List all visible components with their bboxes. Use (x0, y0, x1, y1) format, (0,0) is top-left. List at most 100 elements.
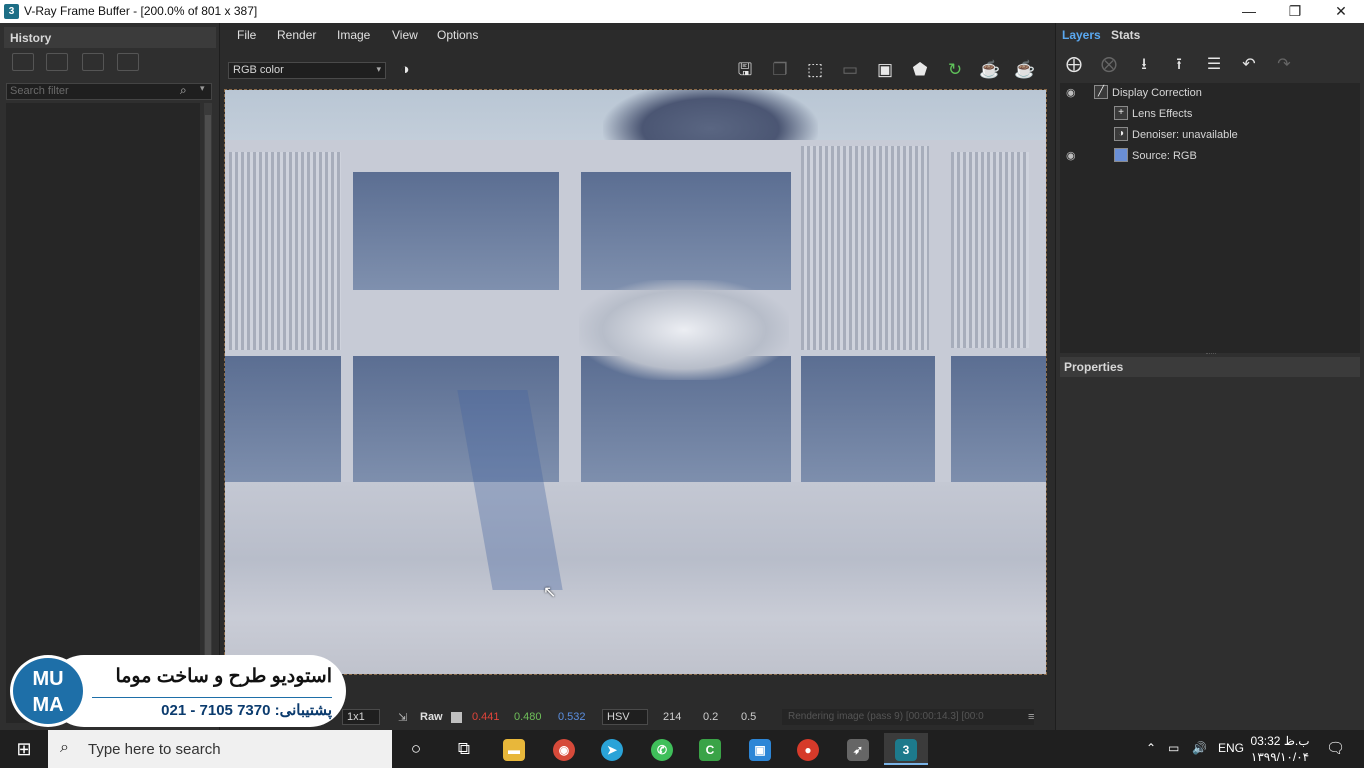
network-icon[interactable]: ▭ (1168, 741, 1179, 755)
taskbar-search[interactable]: ⌕ Type here to search (48, 730, 392, 768)
layer-display-correction[interactable]: ◉ ╱ Display Correction (1060, 83, 1360, 104)
render-viewport[interactable]: ↖ (224, 89, 1047, 675)
redo-icon[interactable]: ↷ (1270, 53, 1298, 77)
tab-stats[interactable]: Stats (1111, 28, 1140, 42)
clock-date: ۱۳۹۹/۱۰/۰۴ (1250, 750, 1310, 764)
search-icon[interactable]: ⌕ (180, 83, 187, 98)
layers-tree: ◉ ╱ Display Correction + Lens Effects ◑ … (1060, 83, 1360, 353)
notifications-icon[interactable]: 🗨 (1326, 739, 1345, 757)
stamp-icon[interactable]: ▭ (837, 58, 863, 82)
right-panel: Layers Stats ⨁ ⨂ ⭳ ⭱ ☰ ↶ ↷ ◉ ╱ Display C… (1055, 23, 1364, 730)
saturation-value: 0.2 (703, 711, 719, 723)
load-history-icon[interactable] (82, 53, 104, 71)
menu-options[interactable]: Options (437, 28, 478, 42)
follow-mouse-icon[interactable]: ⬟ (907, 58, 933, 82)
compare-ab-icon[interactable] (46, 53, 68, 71)
clock-time: 03:32 ب.ظ (1250, 734, 1310, 748)
task-view-icon[interactable]: ⧉ (442, 733, 486, 765)
history-title: History (4, 27, 216, 48)
layer-denoiser[interactable]: ◑ Denoiser: unavailable (1060, 125, 1360, 146)
logo-text-bottom: MA (32, 694, 64, 716)
blue-value: 0.532 (558, 711, 586, 723)
status-bar: 1x1 ⇲ Raw 0.441 0.480 0.532 HSV 214 0.2 … (222, 705, 1052, 730)
store-icon[interactable]: ▣ (738, 733, 782, 765)
undo-icon[interactable]: ↶ (1235, 53, 1263, 77)
color-picker-icon[interactable]: ◑ (392, 58, 418, 82)
minimize-button[interactable]: — (1226, 0, 1272, 23)
layer-label: Denoiser: unavailable (1132, 129, 1238, 141)
chevron-down-icon[interactable]: ▾ (200, 83, 205, 94)
volume-icon[interactable]: 🔊 (1192, 741, 1207, 755)
refresh-interactive-icon[interactable]: ↻ (942, 58, 968, 82)
whatsapp-icon[interactable]: ✆ (640, 733, 684, 765)
zoom-select[interactable]: 1x1 (342, 709, 380, 725)
file-explorer-icon[interactable]: ▬ (492, 733, 536, 765)
save-image-icon[interactable]: 🖫 (732, 58, 758, 82)
scroll-thumb[interactable] (205, 115, 211, 675)
rgb-source-icon (1114, 148, 1128, 162)
toolbar: RGB color ▾ ◑ 🖫 ❐ ⬚ ▭ ▣ ⬟ ↻ ☕ ☕ (222, 52, 1052, 88)
splitter-handle[interactable] (1206, 353, 1216, 356)
lock-icon[interactable]: ⇲ (398, 711, 407, 724)
slat-screen-right (801, 146, 929, 350)
log-icon[interactable]: ≡ (1028, 711, 1034, 723)
slat-screen-far-right (951, 152, 1029, 348)
clone-frame-icon[interactable]: ❐ (767, 58, 793, 82)
render-icon[interactable]: ☕ (977, 58, 1003, 82)
eye-icon[interactable]: ◉ (1066, 149, 1076, 162)
channel-select[interactable]: RGB color ▾ (228, 62, 386, 79)
menu-render[interactable]: Render (277, 28, 316, 42)
studio-name: استودیو طرح و ساخت موما (115, 666, 332, 687)
eye-icon[interactable]: ◉ (1066, 86, 1076, 99)
load-layers-icon[interactable]: ⭱ (1165, 53, 1193, 77)
layer-label: Lens Effects (1132, 108, 1193, 120)
support-phone: 021 - 7105 7370 :پشتیبانی (161, 702, 332, 719)
windows-start-icon[interactable]: ⊞ (0, 730, 48, 768)
menu-image[interactable]: Image (337, 28, 370, 42)
history-scrollbar[interactable] (204, 103, 212, 723)
color-space-select[interactable]: HSV (602, 709, 648, 725)
window-title: V-Ray Frame Buffer - [200.0% of 801 x 38… (24, 4, 258, 18)
store-glyph: ▣ (749, 738, 771, 761)
menu-file[interactable]: File (237, 28, 256, 42)
maximize-button[interactable]: ❐ (1272, 0, 1318, 23)
window-lower-far-right (801, 356, 935, 488)
close-button[interactable]: ✕ (1318, 0, 1364, 23)
layer-list-icon[interactable]: ☰ (1200, 53, 1228, 77)
remove-history-icon[interactable] (117, 53, 139, 71)
render-progress-text: Rendering image (pass 9) [00:00:14.3] [0… (788, 711, 984, 722)
vpn-icon[interactable]: ● (786, 733, 830, 765)
title-bar: 3 V-Ray Frame Buffer - [200.0% of 801 x … (0, 0, 1364, 23)
save-history-icon[interactable] (12, 53, 34, 71)
delete-layer-icon[interactable]: ⨂ (1095, 53, 1123, 77)
render-progress-bar: Rendering image (pass 9) [00:00:14.3] [0… (782, 709, 1034, 725)
history-list[interactable] (6, 103, 200, 723)
window-lower-edge (951, 356, 1046, 488)
mouse-cursor-icon: ↖ (543, 584, 557, 601)
language-indicator[interactable]: ENG (1218, 741, 1244, 755)
hanging-foliage (579, 280, 789, 380)
launcher-icon[interactable]: ➶ (836, 733, 880, 765)
camtasia-icon[interactable]: C (688, 733, 732, 765)
hue-value: 214 (663, 711, 682, 723)
chrome-icon[interactable]: ◉ (542, 733, 586, 765)
3dsmax-icon[interactable]: 3 (884, 733, 928, 765)
menu-view[interactable]: View (392, 28, 418, 42)
save-layers-icon[interactable]: ⭳ (1130, 53, 1158, 77)
gravel-ground (225, 482, 1046, 674)
cortana-icon[interactable]: ○ (394, 733, 438, 765)
green-value: 0.480 (514, 711, 542, 723)
muma-logo: MU MA (10, 655, 86, 727)
region-render-icon[interactable]: ⬚ (802, 58, 828, 82)
telegram-icon[interactable]: ➤ (590, 733, 634, 765)
render-region-box-icon[interactable]: ▣ (872, 58, 898, 82)
stop-render-icon[interactable]: ☕ (1012, 58, 1038, 82)
layer-lens-effects[interactable]: + Lens Effects (1060, 104, 1360, 125)
add-layer-icon[interactable]: ⨁ (1060, 53, 1088, 77)
layer-source-rgb[interactable]: ◉ Source: RGB (1060, 146, 1360, 167)
tab-layers[interactable]: Layers (1062, 28, 1101, 42)
clock[interactable]: 03:32 ب.ظ ۱۳۹۹/۱۰/۰۴ (1248, 733, 1312, 765)
history-panel: History Search filter ⌕ ▾ (0, 23, 220, 730)
raw-toggle[interactable]: Raw (420, 711, 443, 723)
chevron-up-icon[interactable]: ⌃ (1146, 741, 1156, 755)
